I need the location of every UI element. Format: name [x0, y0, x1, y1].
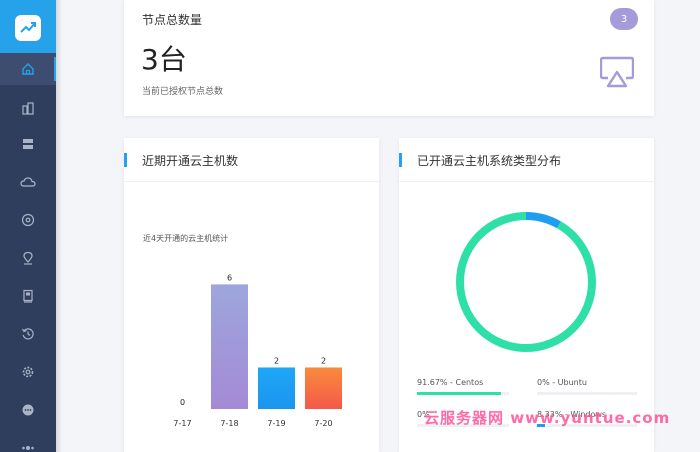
bar-category-label: 7-18: [220, 419, 238, 428]
server-icon: [23, 139, 33, 149]
node-card-description: 当前已授权节点总数: [142, 87, 224, 97]
legend-label-ubuntu: 0% - Ubuntu: [537, 378, 587, 387]
legend-fill-centos: [417, 392, 502, 395]
machine-icon: [23, 289, 33, 303]
sidebar-item-cloud[interactable]: [0, 166, 56, 198]
sidebar-item-users[interactable]: [0, 432, 56, 452]
bar-value-label: 2: [274, 356, 279, 365]
legend-track-ubuntu: [537, 392, 637, 395]
trend-chart-icon: [15, 14, 41, 41]
users-icon: [22, 446, 34, 450]
disc-icon: [21, 213, 35, 227]
recent-hosts-panel: 近期开通云主机数 近4天开通的云主机统计 0 7-17 6 7-18 2 7-19 2 7-2…: [124, 138, 379, 452]
sidebar-item-machine[interactable]: [0, 280, 56, 312]
restore-icon: [21, 328, 34, 340]
sidebar-item-server[interactable]: [0, 128, 56, 160]
bar-category-label: 7-17: [173, 419, 191, 428]
bar-7-20[interactable]: [305, 367, 342, 409]
sidebar-item-home[interactable]: [0, 53, 56, 85]
node-count-badge: 3: [610, 8, 638, 30]
legend-track-centos: [417, 392, 509, 395]
os-distribution-panel: 已开通云主机系统类型分布 91.67% - Centos 0% - Ubuntu…: [399, 138, 654, 452]
map-pin-icon: [23, 251, 33, 265]
node-count-value: 3台: [141, 43, 187, 76]
bar-category-label: 7-20: [314, 419, 332, 428]
sidebar-item-settings[interactable]: [0, 356, 56, 388]
bar-value-label: 2: [321, 356, 326, 365]
logo-area[interactable]: [0, 0, 56, 55]
os-donut-chart: [456, 212, 596, 352]
donut-slice-centos[interactable]: [456, 212, 596, 352]
bar-value-label: 0: [180, 398, 185, 407]
sidebar: [0, 0, 56, 452]
bar-category-label: 7-19: [267, 419, 285, 428]
legend-label-centos: 91.67% - Centos: [417, 378, 484, 387]
buildings-icon: [22, 102, 34, 115]
node-count-card: 节点总数量 3 3台 当前已授权节点总数: [124, 0, 654, 116]
bar-7-19[interactable]: [258, 367, 295, 409]
sidebar-item-restore[interactable]: [0, 318, 56, 350]
sidebar-item-buildings[interactable]: [0, 92, 56, 124]
node-card-title: 节点总数量: [142, 13, 203, 27]
sidebar-item-disk[interactable]: [0, 204, 56, 236]
bar-value-label: 6: [227, 273, 232, 282]
sidebar-item-more[interactable]: [0, 394, 56, 426]
sidebar-shadow: [56, 0, 62, 452]
sidebar-item-location[interactable]: [0, 242, 56, 274]
airplay-icon: [600, 56, 634, 88]
watermark: 云服务器网 www.yuntue.com: [424, 409, 671, 427]
bar-chart: 0 7-17 6 7-18 2 7-19 2 7-20: [173, 273, 342, 428]
gear-icon: [22, 366, 34, 378]
bar-7-18[interactable]: [211, 284, 248, 409]
cloud-icon: [20, 177, 36, 187]
more-icon: [22, 404, 34, 416]
home-icon: [22, 63, 34, 75]
